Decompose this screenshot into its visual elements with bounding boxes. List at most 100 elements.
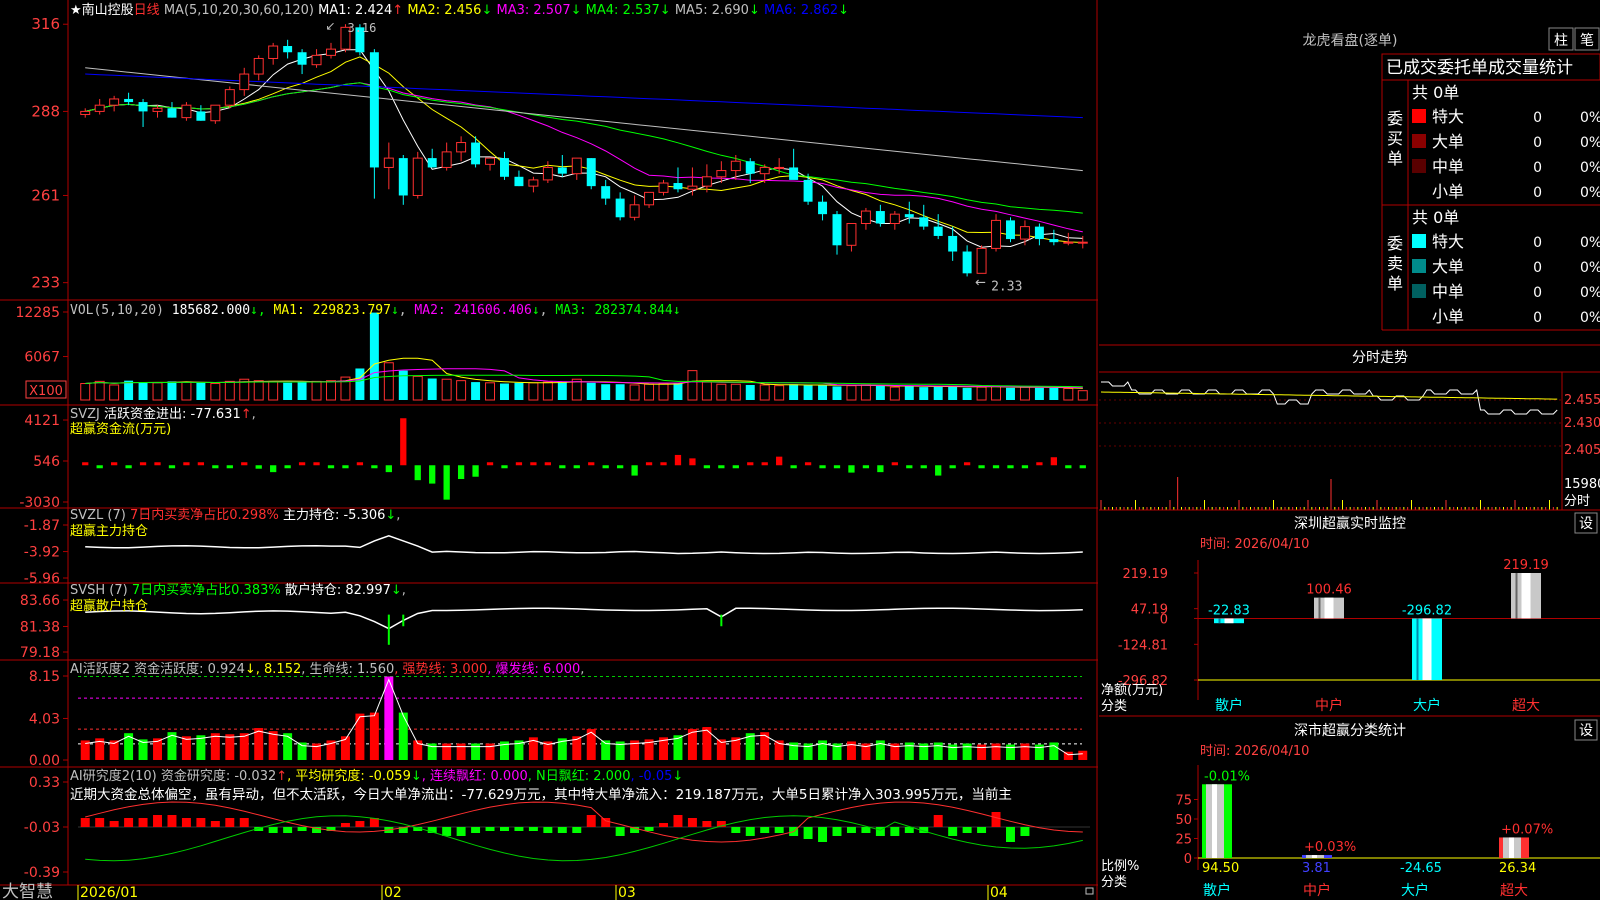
- svzj-bar[interactable]: [154, 462, 161, 466]
- svzj-bar[interactable]: [732, 465, 739, 469]
- ar-bar[interactable]: [80, 818, 90, 827]
- candle-down[interactable]: [514, 176, 524, 187]
- vol-bar-up[interactable]: [528, 382, 539, 401]
- ai-active-bar[interactable]: [398, 712, 408, 760]
- vol-bar-up[interactable]: [441, 378, 452, 401]
- candle-up[interactable]: [94, 104, 105, 112]
- svzj-bar[interactable]: [255, 465, 262, 469]
- svzj-bar[interactable]: [111, 462, 118, 466]
- ar-bar[interactable]: [355, 821, 365, 827]
- candle-down[interactable]: [933, 226, 943, 236]
- vol-bar-up[interactable]: [412, 375, 423, 401]
- svzj-bar[interactable]: [776, 456, 783, 466]
- candle-up[interactable]: [687, 185, 698, 190]
- candle-up[interactable]: [658, 182, 669, 193]
- ar-bar[interactable]: [485, 827, 495, 831]
- candle-down[interactable]: [948, 235, 958, 252]
- candle-up[interactable]: [528, 179, 539, 187]
- candle-up[interactable]: [976, 247, 987, 274]
- vol-bar-down[interactable]: [933, 386, 943, 400]
- vol-bar-down[interactable]: [369, 312, 379, 400]
- vol-bar-up[interactable]: [210, 383, 221, 401]
- svzj-bar[interactable]: [935, 465, 942, 476]
- candle-up[interactable]: [1019, 226, 1030, 240]
- svzj-bar[interactable]: [617, 465, 624, 469]
- vol-bar-down[interactable]: [818, 384, 828, 400]
- candle-up[interactable]: [311, 54, 322, 66]
- svzj-bar[interactable]: [501, 465, 508, 469]
- svzj-bar[interactable]: [1007, 465, 1014, 469]
- ar-bar[interactable]: [890, 827, 900, 836]
- vol-bar-down[interactable]: [557, 381, 567, 400]
- vol-bar-down[interactable]: [962, 387, 972, 400]
- svzj-bar[interactable]: [313, 462, 320, 466]
- svzj-bar[interactable]: [429, 465, 436, 484]
- svzj-bar[interactable]: [1065, 465, 1072, 469]
- candle-up[interactable]: [109, 98, 120, 106]
- candle-up[interactable]: [239, 73, 250, 91]
- ar-bar[interactable]: [283, 827, 293, 833]
- vol-bar-up[interactable]: [991, 385, 1002, 401]
- candle-down[interactable]: [789, 167, 799, 180]
- svzj-bar[interactable]: [530, 462, 537, 466]
- svzj-bar[interactable]: [804, 462, 812, 466]
- candle-up[interactable]: [80, 110, 91, 116]
- ar-bar[interactable]: [500, 827, 509, 831]
- candle-up[interactable]: [774, 166, 785, 169]
- ai-active-bar[interactable]: [456, 743, 466, 760]
- svzj-bar[interactable]: [747, 462, 754, 466]
- ai-active-bar[interactable]: [977, 744, 987, 760]
- candle-up[interactable]: [542, 166, 553, 181]
- svzj-bar[interactable]: [703, 465, 711, 469]
- ar-bar[interactable]: [687, 818, 697, 827]
- zhu-button[interactable]: [1548, 27, 1574, 51]
- ar-bar[interactable]: [514, 827, 524, 831]
- svzj-bar[interactable]: [761, 462, 768, 466]
- svzj-bar[interactable]: [862, 465, 870, 469]
- ai-active-bar[interactable]: [442, 743, 452, 760]
- svzj-bar[interactable]: [371, 465, 378, 469]
- vol-bar-up[interactable]: [1063, 388, 1074, 401]
- candle-down[interactable]: [1034, 226, 1044, 240]
- svzj-bar[interactable]: [790, 465, 797, 469]
- ar-bar[interactable]: [601, 818, 611, 827]
- vol-bar-up[interactable]: [658, 383, 669, 401]
- ar-bar[interactable]: [210, 821, 220, 827]
- ar-bar[interactable]: [109, 821, 119, 827]
- vol-bar-up[interactable]: [644, 383, 655, 401]
- svzj-bar[interactable]: [443, 465, 450, 500]
- sz-monitor-bar[interactable]: [1511, 573, 1541, 619]
- svzj-bar[interactable]: [689, 458, 696, 466]
- ar-bar[interactable]: [962, 827, 972, 833]
- candle-down[interactable]: [196, 111, 206, 121]
- svzj-bar[interactable]: [559, 465, 566, 469]
- candle-up[interactable]: [571, 157, 582, 175]
- svzj-bar[interactable]: [96, 465, 103, 469]
- candle-up[interactable]: [759, 166, 770, 175]
- svzj-bar[interactable]: [226, 465, 233, 469]
- vol-bar-up[interactable]: [326, 380, 336, 401]
- vol-bar-down[interactable]: [196, 382, 206, 400]
- vol-bar-up[interactable]: [730, 383, 741, 401]
- vol-bar-up[interactable]: [485, 382, 496, 401]
- candle-up[interactable]: [181, 104, 192, 119]
- candle-up[interactable]: [485, 157, 496, 165]
- vol-bar-up[interactable]: [976, 386, 987, 401]
- svzj-bar[interactable]: [472, 465, 479, 477]
- vol-bar-down[interactable]: [514, 382, 524, 400]
- svzj-bar[interactable]: [891, 462, 898, 466]
- svzj-bar[interactable]: [573, 465, 580, 469]
- candle-down[interactable]: [818, 201, 828, 215]
- candle-down[interactable]: [919, 217, 929, 227]
- svzj-bar[interactable]: [949, 465, 956, 469]
- ai-active-bar[interactable]: [384, 676, 394, 760]
- ai-active-bar[interactable]: [991, 743, 1001, 760]
- ai-active-bar[interactable]: [962, 743, 972, 760]
- vol-bar-up[interactable]: [716, 383, 727, 401]
- candle-down[interactable]: [803, 179, 813, 202]
- candle-down[interactable]: [427, 158, 437, 168]
- candle-up[interactable]: [889, 213, 900, 224]
- candle-down[interactable]: [745, 161, 755, 174]
- svzj-bar[interactable]: [1079, 465, 1086, 469]
- candle-up[interactable]: [441, 151, 452, 168]
